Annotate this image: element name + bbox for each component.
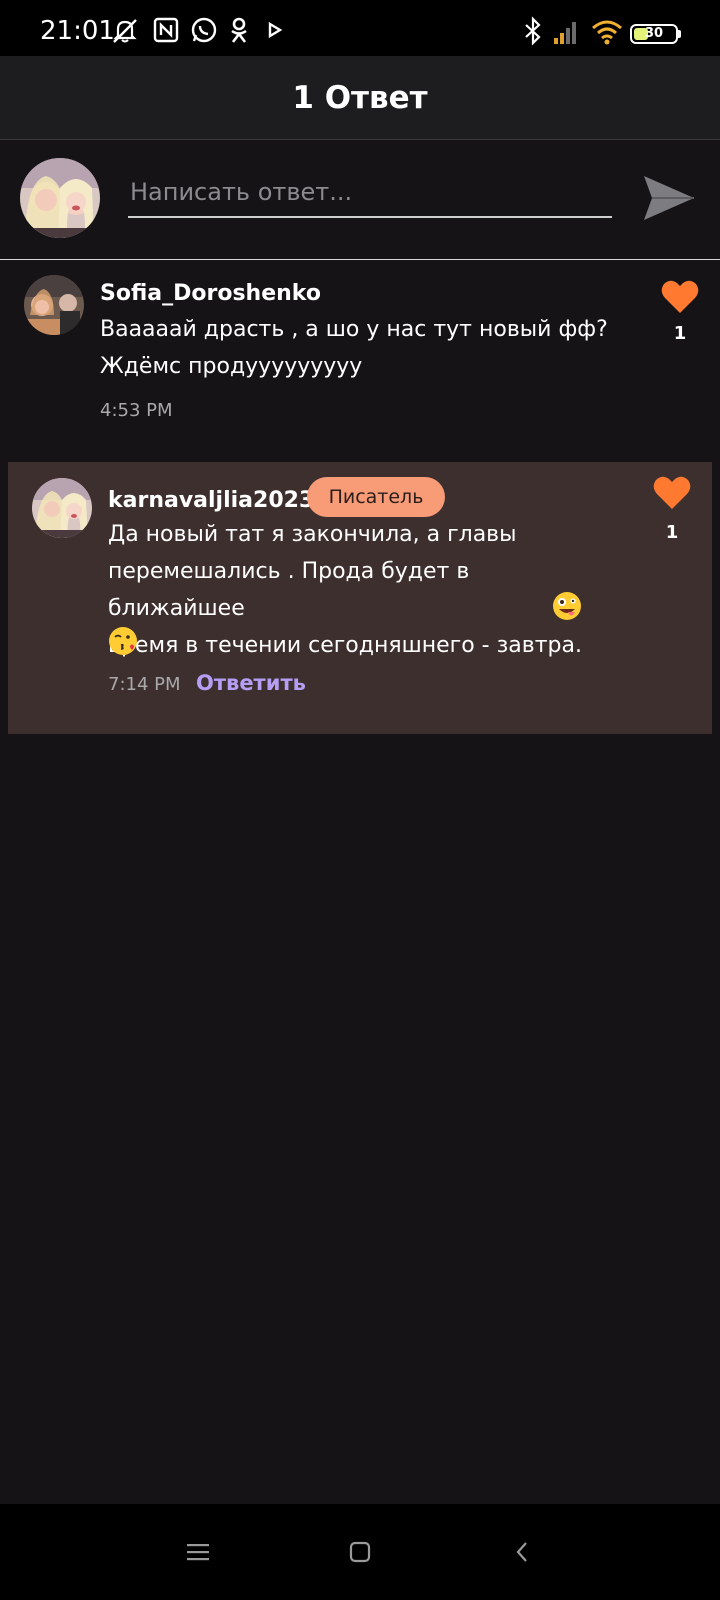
comment-text-line: время в течении сегодняшнего - завтра.	[108, 633, 582, 658]
zany-face-emoji	[552, 591, 582, 621]
status-time: 21:01	[40, 16, 115, 46]
avatar[interactable]	[20, 158, 100, 238]
comment-text-line: Да новый тат я закончила, а главы	[108, 522, 517, 547]
play-icon	[266, 16, 286, 44]
home-icon	[349, 1541, 371, 1563]
menu-icon	[187, 1544, 209, 1561]
comment-username[interactable]: Sofia_Doroshenko	[100, 283, 321, 305]
status-bar: 21:01 30	[0, 0, 720, 56]
menu-button[interactable]	[178, 1534, 218, 1570]
comment-item: karnavaljlia2023 Писатель Да новый тат я…	[8, 462, 712, 734]
avatar[interactable]	[24, 275, 84, 335]
kissing-face-emoji	[108, 626, 138, 656]
send-icon	[644, 176, 694, 220]
comment-text-line: перемешались . Прода будет в ближайшее	[108, 559, 470, 621]
header: 1 Ответ	[0, 56, 720, 140]
nfc-icon	[152, 16, 180, 44]
comment-text-line: Ждёмс продууууууууу	[100, 354, 363, 379]
battery-tip	[678, 30, 681, 38]
like-button[interactable]	[652, 475, 692, 511]
system-nav-bar	[0, 1504, 720, 1600]
comment-timestamp: 4:53 PM	[100, 400, 173, 421]
cell-signal-icon	[552, 16, 582, 44]
like-count: 1	[665, 522, 679, 543]
author-badge: Писатель	[307, 477, 445, 517]
comment-item: Sofia_Doroshenko Вааааай драсть , а шо у…	[0, 262, 720, 452]
reply-button[interactable]: Ответить	[196, 673, 306, 694]
page-title: 1 Ответ	[292, 80, 428, 116]
reply-composer	[0, 140, 720, 260]
like-button[interactable]	[660, 279, 700, 315]
heart-icon	[661, 280, 699, 313]
whatsapp-icon	[190, 16, 218, 44]
comment-text-line: Вааааай драсть , а шо у нас тут новый фф…	[100, 317, 608, 342]
back-icon	[516, 1542, 527, 1562]
battery-icon: 30	[630, 24, 678, 44]
home-button[interactable]	[340, 1534, 380, 1570]
send-button[interactable]	[638, 168, 698, 228]
wifi-icon	[590, 16, 624, 45]
battery-level: 30	[644, 26, 664, 41]
avatar[interactable]	[32, 478, 92, 538]
back-button[interactable]	[502, 1534, 542, 1570]
like-count: 1	[673, 323, 687, 344]
comment-username[interactable]: karnavaljlia2023	[108, 490, 314, 512]
reply-input[interactable]	[128, 168, 612, 218]
notifications-muted-icon	[110, 16, 140, 44]
odnoklassniki-icon	[228, 16, 250, 44]
bluetooth-icon	[522, 16, 544, 46]
comment-text: Вааааай драсть , а шо у нас тут новый фф…	[100, 311, 620, 385]
comment-text: Да новый тат я закончила, а главы переме…	[108, 516, 588, 664]
heart-icon	[653, 476, 691, 509]
comment-timestamp: 7:14 PM	[108, 674, 181, 695]
